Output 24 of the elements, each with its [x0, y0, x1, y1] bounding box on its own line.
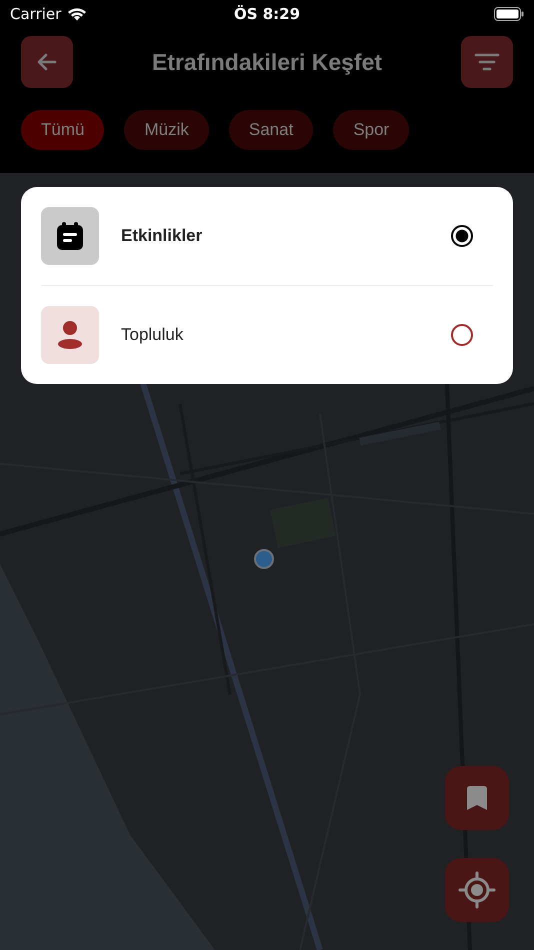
- category-chip[interactable]: Müzik: [124, 110, 209, 150]
- option-label: Topluluk: [121, 325, 184, 345]
- radio-button[interactable]: [451, 225, 473, 247]
- filter-icon: [474, 52, 500, 72]
- back-button[interactable]: [21, 36, 73, 88]
- category-chip[interactable]: Tümü: [21, 110, 104, 150]
- locate-button[interactable]: [445, 858, 509, 922]
- carrier-name: Carrier: [10, 5, 62, 23]
- bookmark-button[interactable]: [445, 766, 509, 830]
- crosshair-icon: [458, 871, 496, 909]
- person-icon: [57, 320, 83, 350]
- option-label: Etkinlikler: [121, 226, 204, 246]
- category-chip[interactable]: Spor: [333, 110, 410, 150]
- status-time: ÖS 8:29: [234, 5, 300, 23]
- category-chip[interactable]: Sanat: [228, 110, 314, 150]
- page-title: Etrafındakileri Keşfet: [152, 48, 382, 76]
- filter-button[interactable]: [461, 36, 513, 88]
- battery-icon: [494, 7, 524, 21]
- radio-button[interactable]: [451, 324, 473, 346]
- calendar-icon: [56, 221, 84, 251]
- layer-option[interactable]: Etkinlikler: [41, 187, 493, 285]
- wifi-icon: [67, 7, 88, 21]
- layer-option[interactable]: Topluluk: [41, 285, 493, 384]
- bookmark-icon: [466, 785, 488, 811]
